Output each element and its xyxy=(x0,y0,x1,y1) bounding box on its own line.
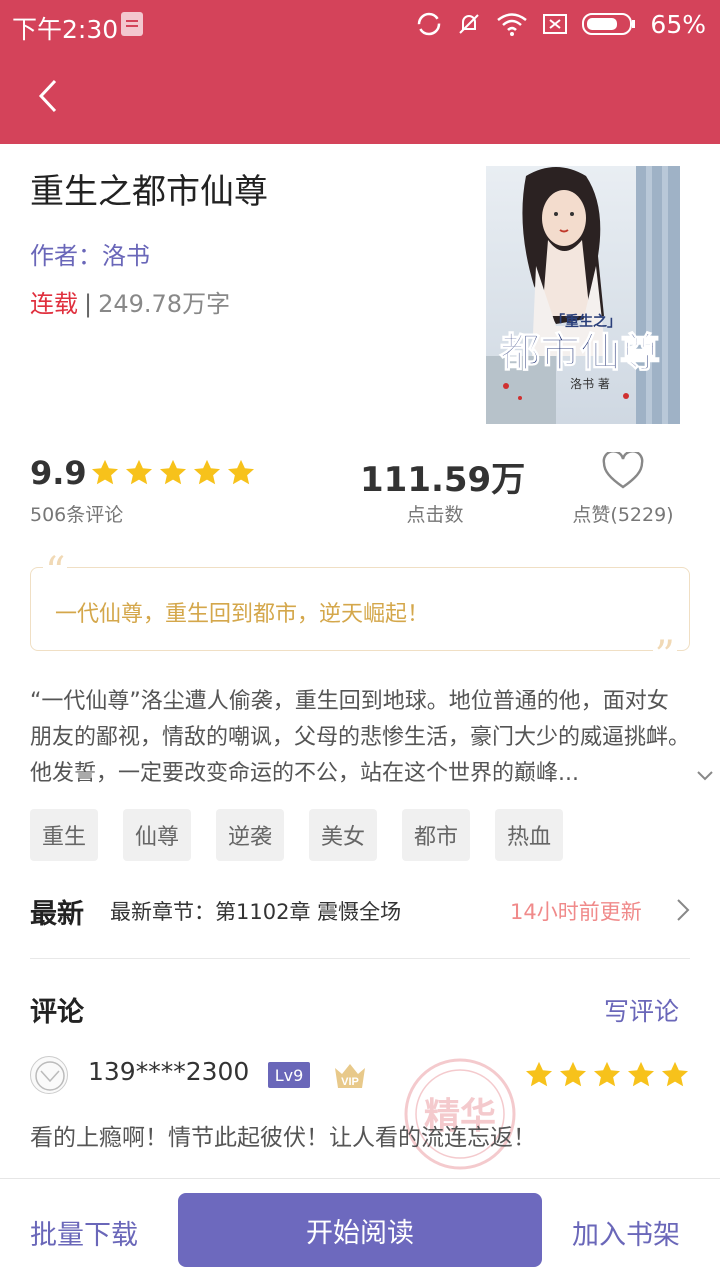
comment-rating-stars xyxy=(524,1060,690,1090)
heart-icon[interactable] xyxy=(602,452,644,490)
book-description[interactable]: “一代仙尊”洛尘遭人偷袭，重生回到地球。地位普通的他，面对女朋友的鄙视，情敌的嘲… xyxy=(30,684,690,792)
book-status-line: 连载 | 249.78万字 xyxy=(30,284,230,319)
battery-percent: 65% xyxy=(650,9,706,39)
author-label: 作者： xyxy=(30,242,102,270)
chevron-right-icon[interactable] xyxy=(676,898,690,922)
latest-update-time: 14小时前更新 xyxy=(510,900,642,924)
serial-status: 连载 xyxy=(30,290,78,318)
click-count: 111.59万 xyxy=(360,460,526,500)
status-bar: 下午2:30 65% xyxy=(0,0,720,50)
word-count: 249.78万字 xyxy=(98,290,231,318)
tagline-quote-box: “ 一代仙尊，重生回到都市，逆天崛起！ ” xyxy=(30,552,690,676)
close-quote-mark: ” xyxy=(652,633,677,679)
featured-stamp-icon: 精华 xyxy=(404,1058,516,1170)
star-icon xyxy=(594,1061,620,1087)
cover-top-label: 「重生之」 xyxy=(551,313,621,330)
rating-stars xyxy=(90,458,256,488)
batch-download-button[interactable]: 批量下载 xyxy=(30,1213,138,1252)
tag-chip[interactable]: 美女 xyxy=(309,809,377,861)
star-icon xyxy=(160,459,186,485)
mute-bell-icon xyxy=(459,14,480,34)
latest-chapter-link[interactable]: 最新章节：第1102章 震慑全场 xyxy=(110,896,401,926)
star-icon xyxy=(228,459,254,485)
star-icon xyxy=(662,1061,688,1087)
star-icon xyxy=(526,1061,552,1087)
avatar[interactable] xyxy=(30,1056,68,1094)
open-quote-mark: “ xyxy=(43,549,68,595)
status-icons: 65% xyxy=(416,8,706,40)
wifi-icon xyxy=(497,13,528,36)
comments-heading: 评论 xyxy=(30,997,84,1028)
tag-chip[interactable]: 重生 xyxy=(30,809,98,861)
book-title: 重生之都市仙尊 xyxy=(30,172,268,212)
bottom-action-bar: 批量下载 开始阅读 加入书架 xyxy=(0,1178,720,1280)
author-name[interactable]: 洛书 xyxy=(102,242,150,270)
tag-chip[interactable]: 逆袭 xyxy=(216,809,284,861)
comment-text: 看的上瘾啊！情节此起彼伏！让人看的流连忘返！ xyxy=(30,1125,536,1151)
sync-icon xyxy=(418,12,441,36)
level-badge: Lv9 xyxy=(268,1062,310,1088)
star-icon xyxy=(560,1061,586,1087)
tag-chip[interactable]: 热血 xyxy=(495,809,563,861)
avatar-placeholder-icon xyxy=(35,1061,65,1091)
book-cover[interactable]: 「重生之」 都市仙尊 洛书 著 xyxy=(486,166,680,424)
star-icon xyxy=(628,1061,654,1087)
cover-author: 洛书 著 xyxy=(570,376,610,391)
chevron-down-icon[interactable] xyxy=(696,770,714,782)
latest-heading: 最新 xyxy=(30,899,84,930)
section-divider xyxy=(30,958,690,959)
tag-list: 重生 仙尊 逆袭 美女 都市 热血 xyxy=(30,809,563,861)
author-line[interactable]: 作者：洛书 xyxy=(30,236,150,271)
comment-username[interactable]: 139****2300 xyxy=(88,1057,249,1086)
vip-label: VIP xyxy=(341,1076,359,1088)
no-sim-icon xyxy=(543,14,568,34)
status-time: 下午2:30 xyxy=(12,15,119,44)
tagline-text: 一代仙尊，重生回到都市，逆天崛起！ xyxy=(55,602,430,627)
star-icon xyxy=(92,459,118,485)
review-count[interactable]: 506条评论 xyxy=(30,500,123,527)
add-to-shelf-button[interactable]: 加入书架 xyxy=(572,1213,680,1252)
back-button[interactable] xyxy=(28,72,68,120)
battery-icon xyxy=(582,13,636,35)
likes-count[interactable]: 点赞(5229) xyxy=(566,500,680,527)
write-review-button[interactable]: 写评论 xyxy=(604,992,679,1028)
status-separator: | xyxy=(84,290,93,318)
sim-card-icon xyxy=(121,12,143,36)
cover-art: 「重生之」 都市仙尊 洛书 著 xyxy=(486,166,680,424)
vip-crown-icon: VIP xyxy=(335,1064,365,1088)
rating-score: 9.9 xyxy=(30,454,87,492)
start-reading-button[interactable]: 开始阅读 xyxy=(178,1193,542,1267)
click-count-label: 点击数 xyxy=(406,504,464,526)
star-icon xyxy=(126,459,152,485)
cover-title: 都市仙尊 xyxy=(499,329,660,376)
app-header: 下午2:30 65% xyxy=(0,0,720,144)
tag-chip[interactable]: 仙尊 xyxy=(123,809,191,861)
star-icon xyxy=(194,459,220,485)
tag-chip[interactable]: 都市 xyxy=(402,809,470,861)
chevron-left-icon xyxy=(38,79,57,113)
